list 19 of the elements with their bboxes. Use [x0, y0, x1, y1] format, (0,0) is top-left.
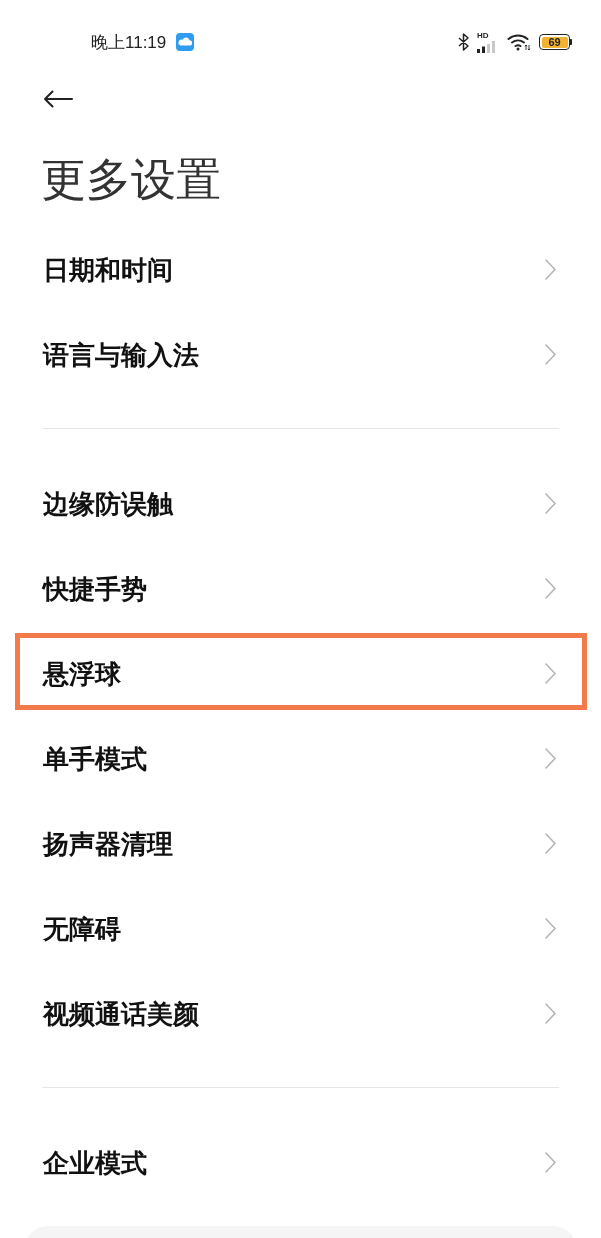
battery-indicator: 69: [539, 34, 572, 50]
back-icon: [43, 90, 73, 108]
chevron-right-icon: [545, 1152, 556, 1173]
wifi-icon: [507, 33, 531, 51]
chevron-right-icon: [545, 344, 556, 365]
page-title: 更多设置: [40, 157, 222, 202]
chevron-right-icon: [545, 259, 556, 280]
chevron-right-icon: [545, 663, 556, 684]
chevron-right-icon: [545, 1003, 556, 1024]
back-button[interactable]: [43, 90, 73, 108]
chevron-right-icon: [545, 918, 556, 939]
cloud-icon: [176, 33, 195, 51]
status-time: 晚上11:19: [91, 33, 167, 51]
network-type-label: HD: [477, 31, 489, 40]
chevron-right-icon: [545, 833, 556, 854]
chevron-right-icon: [545, 578, 556, 599]
chevron-right-icon: [545, 493, 556, 514]
chevron-right-icon: [545, 748, 556, 769]
bluetooth-icon: [458, 33, 469, 51]
